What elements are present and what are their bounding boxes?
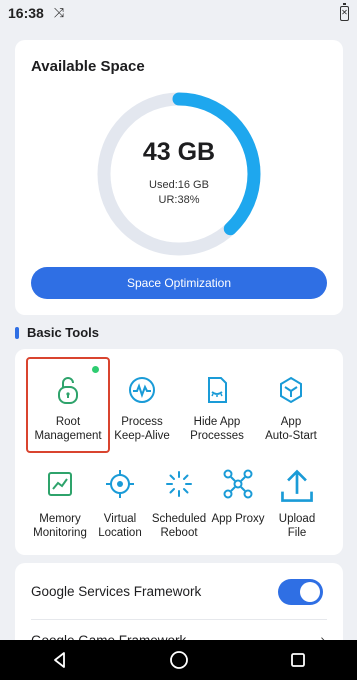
gsf-toggle[interactable] (278, 579, 323, 605)
tool-label: Process (121, 416, 163, 428)
home-circle-icon (169, 651, 188, 669)
clock: 16:38 (8, 5, 44, 21)
basic-tools-title: Basic Tools (27, 325, 100, 340)
recents-square-icon (290, 653, 305, 667)
available-space-value: 43 GB (142, 138, 216, 166)
gsf-label: Google Services Framework (31, 584, 202, 599)
tool-label: Management (34, 430, 102, 442)
battery-icon (340, 2, 349, 21)
tool-label: Processes (190, 430, 244, 442)
section-accent-bar (15, 326, 19, 339)
tool-label: File (287, 527, 307, 539)
recents-button[interactable] (278, 640, 318, 680)
chart-icon (48, 472, 72, 496)
divider (31, 619, 327, 620)
loading-spinner-icon (166, 471, 192, 497)
shuffle-icon: ⤨ (53, 5, 65, 20)
pulse-icon (129, 377, 155, 403)
tool-label: Root (55, 416, 81, 428)
tool-app-auto-start[interactable]: App Auto-Start (250, 373, 332, 445)
upload-icon (281, 469, 313, 502)
tool-hide-app-processes[interactable]: Hide App Processes (176, 373, 258, 445)
used-space-label: Used:16 GB (149, 179, 209, 191)
tool-label: App (280, 416, 302, 428)
basic-tools-card: Root Management Process Keep-Alive Hide … (15, 349, 343, 555)
available-space-card: Available Space 43 GB Used:16 GB UR:38% … (15, 40, 343, 315)
location-target-icon (106, 470, 134, 498)
ring-center-text: 43 GB Used:16 GB UR:38% (95, 90, 263, 258)
tool-label: Upload (278, 513, 316, 525)
navigation-bar (0, 640, 357, 680)
back-button[interactable] (40, 640, 80, 680)
tool-label: Auto-Start (265, 430, 317, 442)
basic-tools-header: Basic Tools (15, 325, 99, 340)
available-space-title: Available Space (31, 58, 145, 75)
status-dot (92, 366, 99, 373)
hidden-file-icon (208, 377, 227, 403)
usage-rate-label: UR:38% (158, 194, 200, 206)
space-optimization-button[interactable]: Space Optimization (31, 267, 327, 299)
tool-label: Hide App (193, 416, 241, 428)
tool-root-management[interactable]: Root Management (27, 373, 109, 445)
status-bar: 16:38 ⤨ (0, 0, 357, 26)
tool-upload-file[interactable]: Upload File (256, 467, 338, 539)
back-triangle-icon (53, 652, 65, 668)
tool-process-keep-alive[interactable]: Process Keep-Alive (101, 373, 183, 445)
home-button[interactable] (159, 640, 199, 680)
toggle-knob (300, 582, 320, 602)
cube-icon (280, 376, 302, 404)
network-icon (223, 469, 253, 499)
tool-label: Keep-Alive (114, 430, 170, 442)
lock-icon (58, 377, 78, 404)
